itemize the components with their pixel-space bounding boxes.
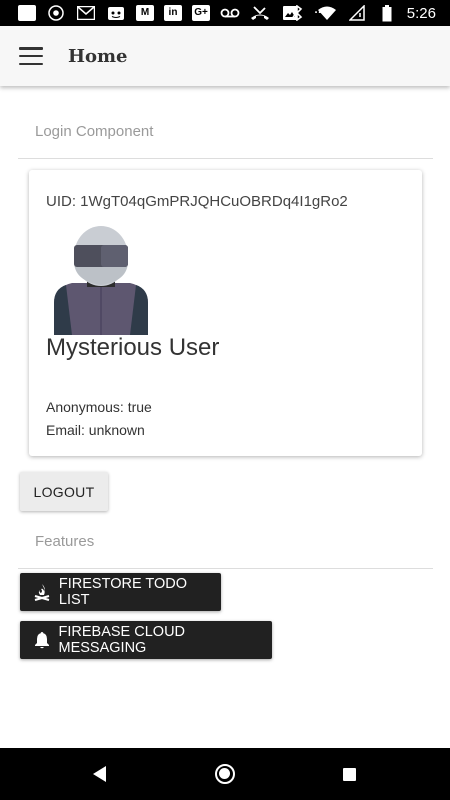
page-title: Home	[68, 45, 128, 67]
features-section-title: Features	[35, 533, 95, 550]
features-section-header: Features	[18, 522, 433, 569]
firebase-cloud-messaging-label: FIREBASE CLOUD MESSAGING	[58, 624, 186, 656]
firebase-cloud-messaging-button[interactable]: FIREBASE CLOUD MESSAGING	[20, 621, 272, 659]
user-card: UID: 1WgT04qGmPRJQHCuOBRDq4I1gRo2 Myster…	[29, 170, 422, 456]
login-section-header: Login Component	[18, 110, 433, 159]
avatar	[52, 223, 150, 335]
firestore-todo-list-label: FIRESTORE TODO LIST	[58, 576, 188, 608]
chrome-icon	[46, 4, 66, 22]
login-section-title: Login Component	[35, 123, 154, 140]
missed-call-icon	[250, 4, 270, 22]
user-email: Email: unknown	[46, 422, 145, 438]
bluetooth-icon	[287, 4, 307, 22]
logout-button[interactable]: LOGOUT	[20, 472, 108, 511]
anonymous-status: Anonymous: true	[46, 399, 152, 415]
recent-apps-icon[interactable]	[343, 768, 356, 781]
user-uid: UID: 1WgT04qGmPRJQHCuOBRDq4I1gRo2	[46, 193, 348, 210]
voicemail-icon	[220, 4, 240, 22]
linkedin-icon: in	[164, 5, 182, 21]
medium-icon: M	[136, 5, 154, 21]
campfire-icon	[31, 581, 53, 603]
hamburger-menu-icon[interactable]	[19, 47, 43, 65]
wifi-icon	[317, 4, 337, 22]
no-signal-icon	[347, 4, 367, 22]
app-bar: Home	[0, 26, 450, 86]
google-plus-icon: G+	[192, 5, 210, 21]
clock-time: 5:26	[406, 4, 436, 22]
user-name: Mysterious User	[46, 334, 220, 361]
home-icon[interactable]	[215, 764, 235, 784]
reddit-icon	[106, 4, 126, 22]
back-icon[interactable]	[92, 765, 108, 787]
gmail-icon	[76, 4, 96, 22]
firestore-todo-list-button[interactable]: FIRESTORE TODO LIST	[20, 573, 221, 611]
status-bar: M in G+ ··· 5:26	[0, 0, 450, 26]
battery-icon	[377, 4, 397, 22]
bell-icon	[31, 629, 53, 651]
navigation-bar	[0, 748, 450, 800]
app-icon	[18, 5, 36, 21]
